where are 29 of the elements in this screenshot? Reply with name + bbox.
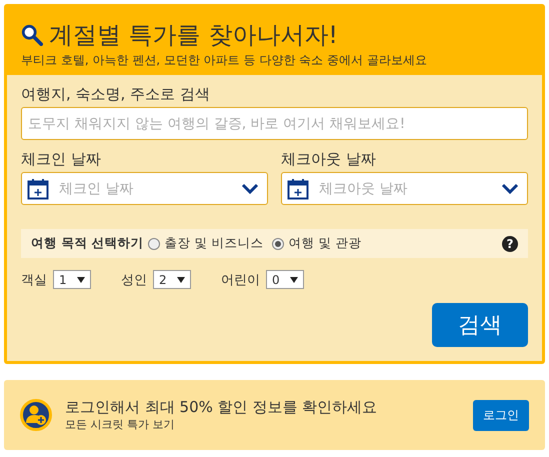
count-label: 어린이 bbox=[221, 272, 260, 288]
purpose-option[interactable]: 출장 및 비즈니스 bbox=[148, 235, 264, 252]
field-label: 체크아웃 날짜 bbox=[281, 150, 377, 169]
search-button[interactable]: 검색 bbox=[432, 303, 528, 347]
dropdown-arrow-icon bbox=[290, 276, 298, 282]
count-label: 객실 bbox=[21, 272, 47, 288]
dropdown-arrow-icon bbox=[77, 276, 85, 282]
header-title: 계절별 특가를 찾아나서자! bbox=[49, 20, 338, 51]
chevron-down-icon bbox=[501, 182, 519, 194]
calendar-icon bbox=[27, 178, 49, 200]
banner-subtitle: 모든 시크릿 특가 보기 bbox=[65, 417, 176, 432]
dropdown-arrow-icon bbox=[177, 276, 185, 282]
field-label: 체크인 날짜 bbox=[21, 150, 102, 169]
chevron-down-icon bbox=[241, 182, 259, 194]
calendar-icon bbox=[287, 178, 309, 200]
add-user-icon bbox=[20, 399, 52, 431]
login-button[interactable]: 로그인 bbox=[473, 400, 529, 430]
field-label: 여행지, 숙소명, 주소로 검색 bbox=[21, 85, 211, 104]
destination-field[interactable]: 도무지 채워지지 않는 여행의 갈증, 바로 여기서 채워보세요! bbox=[21, 107, 528, 140]
purpose-label: 여행 목적 선택하기 bbox=[31, 235, 144, 252]
count-select[interactable]: 0 bbox=[266, 270, 304, 289]
help-icon[interactable]: ? bbox=[502, 236, 518, 252]
search-icon bbox=[21, 24, 43, 46]
count-select[interactable]: 2 bbox=[153, 270, 191, 289]
count-label: 성인 bbox=[121, 272, 147, 288]
count-select[interactable]: 1 bbox=[53, 270, 91, 289]
header-subtitle: 부티크 호텔, 아늑한 펜션, 모던한 아파트 등 다양한 숙소 중에서 골라보세요 bbox=[21, 52, 428, 69]
banner-title: 로그인해서 최대 50% 할인 정보를 확인하세요 bbox=[65, 398, 378, 417]
purpose-option[interactable]: 여행 및 관광 bbox=[272, 235, 362, 252]
